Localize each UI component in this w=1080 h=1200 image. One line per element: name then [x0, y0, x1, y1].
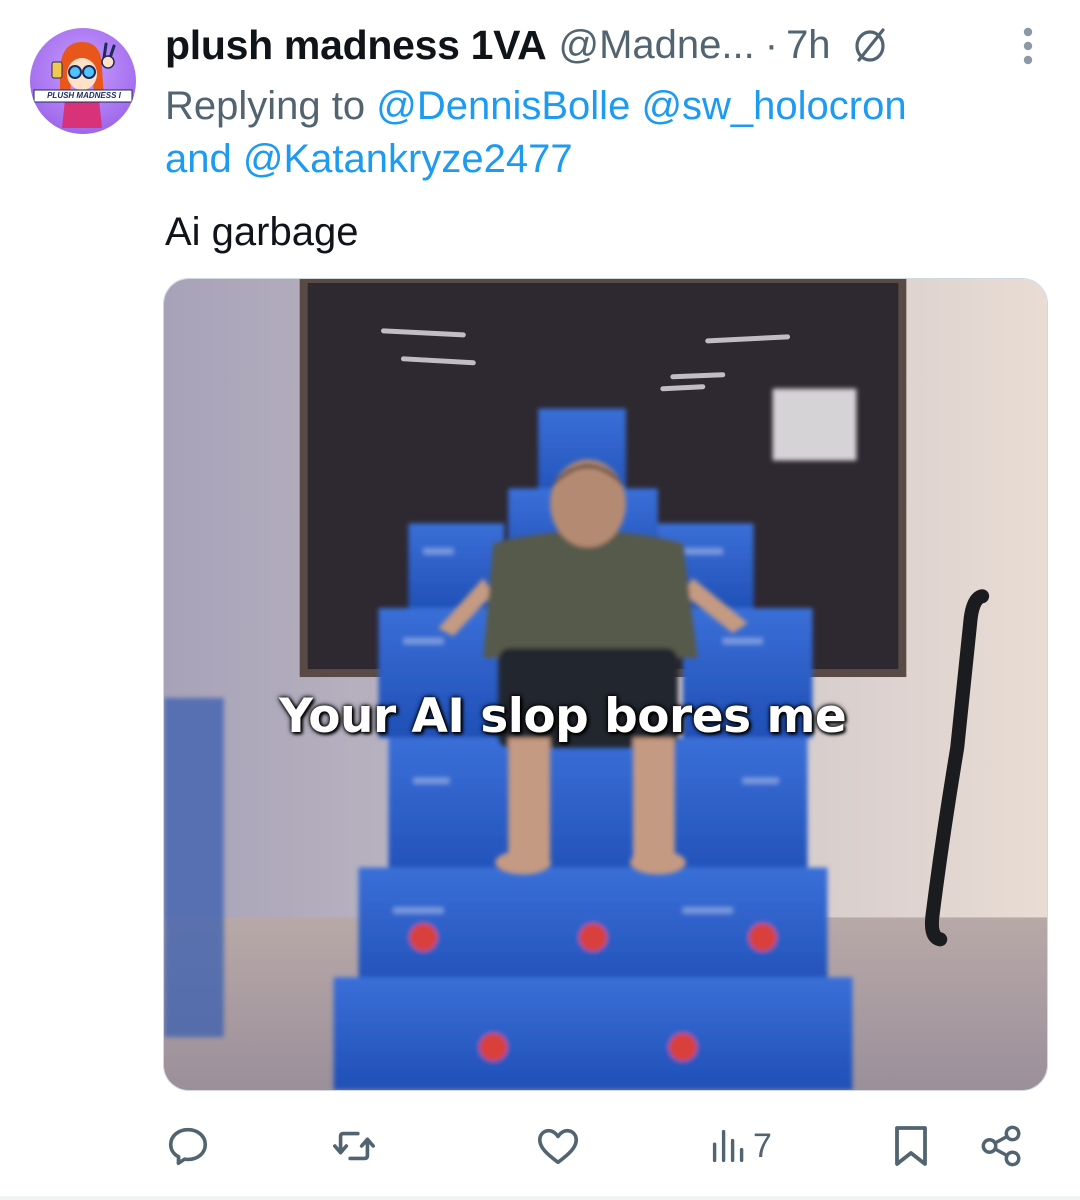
timestamp[interactable]: 7h	[786, 23, 831, 68]
tweet-header: plush madness 1VA @Madne... · 7h	[165, 16, 1005, 74]
views-icon	[711, 1123, 747, 1169]
action-bar: 7	[163, 1118, 1033, 1174]
more-options-icon[interactable]	[1022, 26, 1034, 66]
mention-dennisbolle[interactable]: @DennisBolle	[376, 84, 630, 128]
views-count: 7	[753, 1126, 772, 1165]
mention-katankryze2477[interactable]: @Katankryze2477	[243, 137, 573, 181]
display-name[interactable]: plush madness 1VA	[165, 22, 547, 69]
avatar-banner-text: PLUSH MADNESS I	[47, 91, 121, 100]
reply-button[interactable]	[165, 1118, 211, 1174]
mention-sw-holocron[interactable]: @sw_holocron	[641, 84, 906, 128]
tweet-text: Ai garbage	[165, 210, 359, 254]
tweet[interactable]: PLUSH MADNESS I plush madness 1VA @Madne…	[0, 0, 1080, 1200]
replying-to: Replying to @DennisBolle @sw_holocron an…	[165, 80, 1045, 186]
reply-icon	[165, 1123, 211, 1169]
avatar[interactable]: PLUSH MADNESS I	[30, 28, 136, 134]
bookmark-button[interactable]	[891, 1118, 931, 1174]
heart-icon	[535, 1123, 581, 1169]
retweet-button[interactable]	[331, 1118, 377, 1174]
share-icon	[979, 1123, 1025, 1169]
like-button[interactable]	[535, 1118, 581, 1174]
replying-and: and	[165, 137, 232, 181]
retweet-icon	[331, 1123, 377, 1169]
no-entry-icon	[849, 24, 891, 66]
views-button[interactable]: 7	[711, 1118, 772, 1174]
divider	[0, 1196, 1080, 1200]
user-handle[interactable]: @Madne...	[558, 23, 754, 68]
bookmark-icon	[891, 1122, 931, 1170]
tweet-media[interactable]: Your AI slop bores me	[163, 278, 1048, 1091]
replying-prefix: Replying to	[165, 84, 366, 128]
separator-dot: ·	[764, 22, 779, 67]
share-button[interactable]	[979, 1118, 1025, 1174]
media-caption: Your AI slop bores me	[279, 689, 847, 744]
